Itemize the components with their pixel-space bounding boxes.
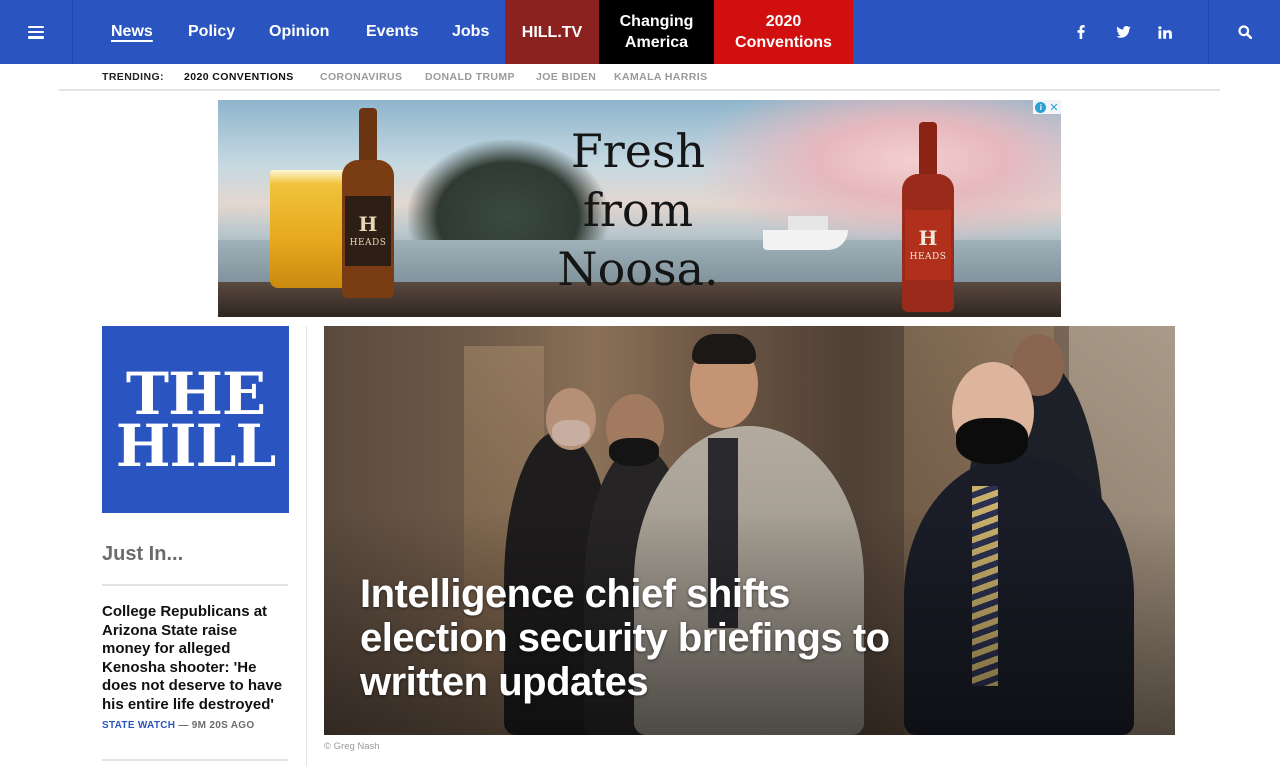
ad-boat: [763, 212, 848, 252]
facebook-icon[interactable]: [1070, 0, 1092, 64]
nav-conventions-link[interactable]: 2020 Conventions: [714, 0, 853, 64]
search-icon[interactable]: [1208, 0, 1280, 64]
beer-bottle-image: H HEADS: [902, 122, 954, 312]
nav-events-link[interactable]: Events: [366, 0, 418, 64]
just-in-heading: Just In...: [102, 543, 184, 565]
section-divider: [102, 584, 288, 586]
ad-tagline-line: Noosa.: [557, 242, 719, 296]
trending-link-coronavirus[interactable]: CORONAVIRUS: [320, 71, 402, 83]
story-meta: STATE WATCH — 9M 20S AGO: [102, 720, 288, 731]
column-divider: [306, 326, 307, 766]
nav-news-link[interactable]: News: [111, 0, 153, 64]
hero-headline[interactable]: Intelligence chief shifts election secur…: [360, 572, 920, 704]
nav-policy-link[interactable]: Policy: [188, 0, 235, 64]
ad-tagline-line: from: [582, 183, 694, 237]
the-hill-logo[interactable]: THE HILL: [102, 326, 289, 513]
nav-jobs-link[interactable]: Jobs: [452, 0, 489, 64]
trending-link-donald-trump[interactable]: DONALD TRUMP: [425, 71, 515, 83]
list-item: College Republicans at Arizona State rai…: [102, 603, 288, 731]
advertisement-banner[interactable]: H HEADS H HEADS Fresh from Noosa. i ✕: [218, 100, 1061, 317]
bottle-brand-label: HEADS: [909, 252, 947, 262]
ad-tagline-line: Fresh: [570, 124, 706, 178]
story-time: 9M 20S AGO: [191, 720, 255, 731]
trending-link-kamala-harris[interactable]: KAMALA HARRIS: [614, 71, 707, 83]
trending-bar: TRENDING: 2020 CONVENTIONS CORONAVIRUS D…: [59, 65, 1220, 91]
hamburger-icon[interactable]: [0, 0, 73, 64]
nav-hilltv-link[interactable]: HILL.TV: [505, 0, 599, 64]
story-headline-link[interactable]: College Republicans at Arizona State rai…: [102, 603, 288, 714]
logo-line: HILL: [115, 411, 276, 480]
adchoices-icon[interactable]: i ✕: [1033, 100, 1061, 114]
nav-changing-america-link[interactable]: Changing America: [599, 0, 714, 64]
top-navigation-bar: News Policy Opinion Events Jobs HILL.TV …: [0, 0, 1280, 64]
story-dash: —: [178, 720, 192, 731]
photo-credit: © Greg Nash: [324, 741, 380, 752]
linkedin-icon[interactable]: [1154, 0, 1176, 64]
beer-glass-image: [270, 170, 350, 288]
bottle-brand-label: HEADS: [349, 238, 387, 248]
twitter-icon[interactable]: [1112, 0, 1134, 64]
section-divider: [102, 759, 288, 761]
story-section-link[interactable]: STATE WATCH: [102, 720, 175, 731]
nav-opinion-link[interactable]: Opinion: [269, 0, 329, 64]
beer-bottle-image: H HEADS: [342, 108, 394, 298]
trending-link-joe-biden[interactable]: JOE BIDEN: [536, 71, 596, 83]
ad-sky: [688, 100, 1061, 250]
ad-tagline: Fresh from Noosa.: [538, 122, 738, 299]
trending-label: TRENDING:: [102, 71, 164, 83]
trending-link-2020-conventions[interactable]: 2020 CONVENTIONS: [184, 71, 294, 83]
hero-story-card[interactable]: Intelligence chief shifts election secur…: [324, 326, 1175, 735]
